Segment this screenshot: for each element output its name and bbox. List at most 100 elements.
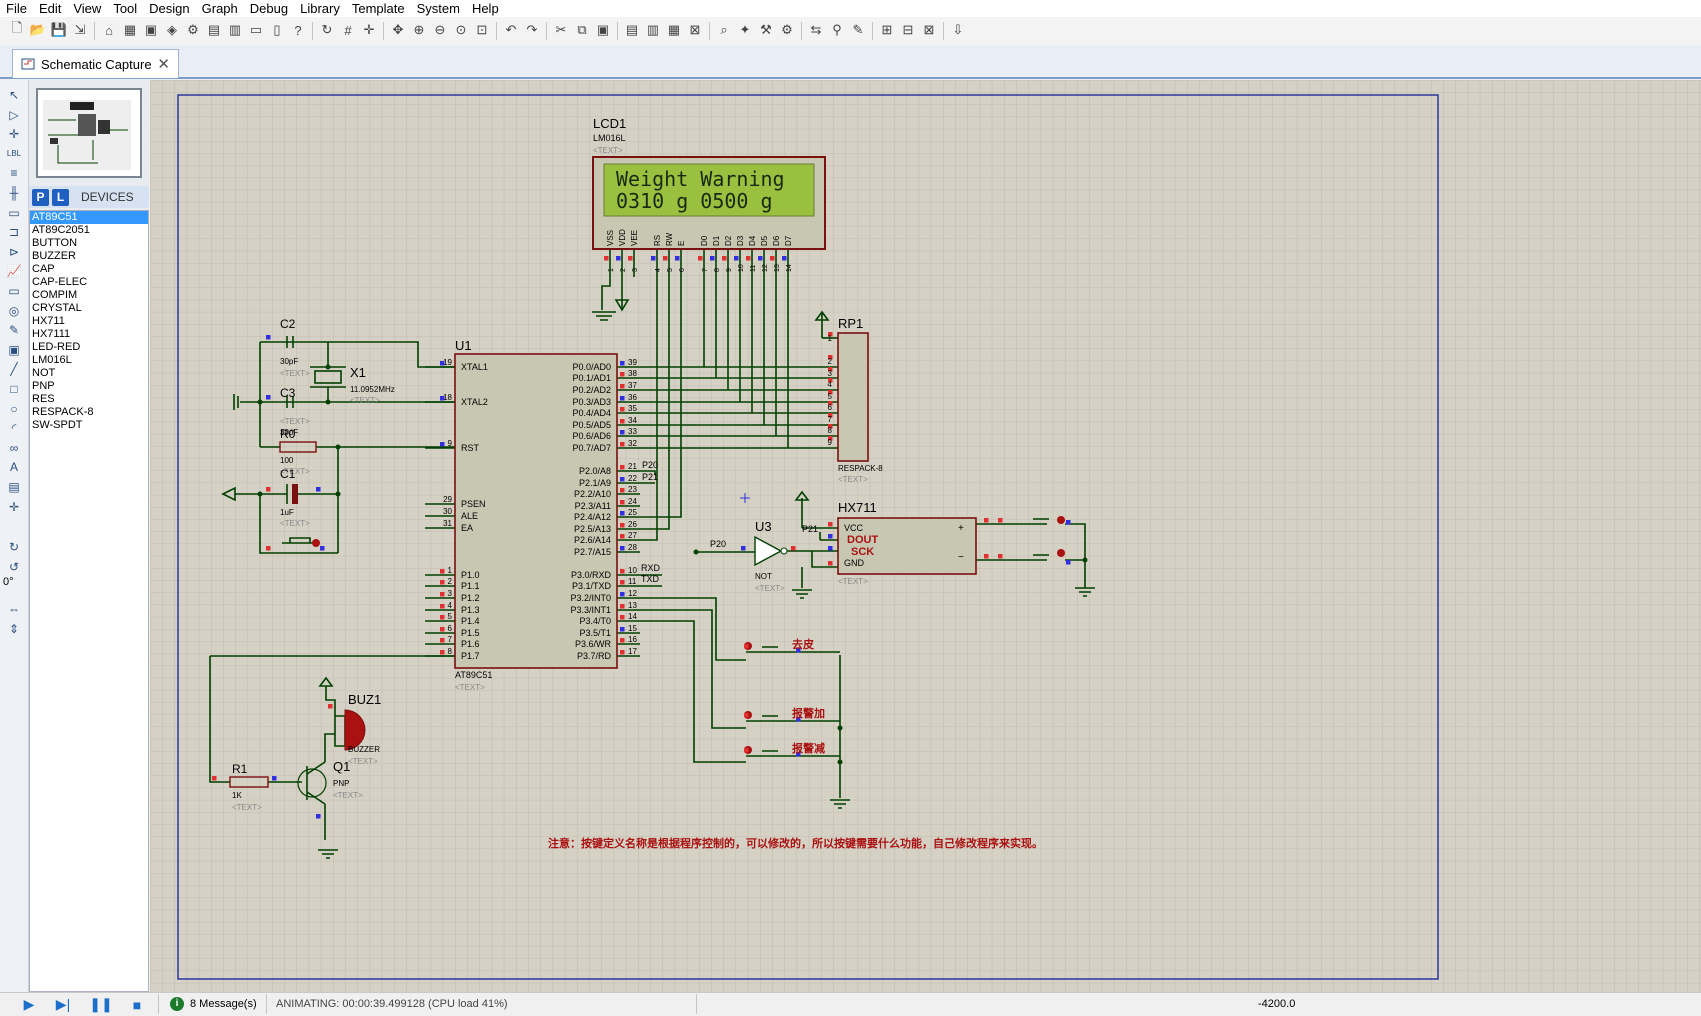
subcircuit-icon[interactable]: ▭ xyxy=(3,204,25,222)
device-item[interactable]: RES xyxy=(30,393,148,406)
wire-label-icon[interactable]: LBL xyxy=(3,145,25,163)
mirror-y-icon[interactable]: ⇕ xyxy=(3,620,25,638)
info-icon[interactable]: i xyxy=(170,997,184,1011)
undo-icon[interactable]: ↶ xyxy=(502,21,520,39)
pick-devices-button[interactable]: P xyxy=(32,188,49,206)
3d-icon[interactable]: ◈ xyxy=(163,21,181,39)
open-file-icon[interactable]: 📂 xyxy=(29,21,47,39)
terminal-icon[interactable]: ⊐ xyxy=(3,223,25,241)
decompose-icon[interactable]: ⚙ xyxy=(778,21,796,39)
device-item[interactable]: HX711 xyxy=(30,315,148,328)
play-icon[interactable]: ▶ xyxy=(20,996,38,1013)
zoom-all-icon[interactable]: ⊙ xyxy=(452,21,470,39)
overview-window[interactable] xyxy=(36,88,142,178)
menu-file[interactable]: File xyxy=(0,0,33,17)
wire-autorouter-icon[interactable]: ⇆ xyxy=(807,21,825,39)
device-item[interactable]: RESPACK-8 xyxy=(30,406,148,419)
device-item[interactable]: PNP xyxy=(30,380,148,393)
block-rotate-icon[interactable]: ▦ xyxy=(665,21,683,39)
pick-device-icon[interactable]: ⌕ xyxy=(715,21,733,39)
menu-view[interactable]: View xyxy=(67,0,107,17)
gerber-icon[interactable]: ⚙ xyxy=(184,21,202,39)
cut-icon[interactable]: ✂ xyxy=(552,21,570,39)
menu-help[interactable]: Help xyxy=(466,0,505,17)
bus-icon[interactable]: ╫ xyxy=(3,184,25,202)
device-item[interactable]: HX7111 xyxy=(30,328,148,341)
packaging-icon[interactable]: ⚒ xyxy=(757,21,775,39)
bom-icon[interactable]: ▥ xyxy=(226,21,244,39)
arc-icon[interactable]: ◜ xyxy=(3,419,25,437)
search-icon[interactable]: ⚲ xyxy=(828,21,846,39)
tab-schematic-capture[interactable]: Schematic Capture ✕ xyxy=(12,49,179,78)
menu-edit[interactable]: Edit xyxy=(33,0,67,17)
instrument-icon[interactable]: ▣ xyxy=(3,341,25,359)
grid-icon[interactable]: # xyxy=(339,21,357,39)
symbol-icon[interactable]: ▤ xyxy=(3,478,25,496)
block-delete-icon[interactable]: ⊠ xyxy=(686,21,704,39)
paste-icon[interactable]: ▣ xyxy=(594,21,612,39)
redo-icon[interactable]: ↷ xyxy=(523,21,541,39)
zoom-out-icon[interactable]: ⊖ xyxy=(431,21,449,39)
help-icon[interactable]: ? xyxy=(289,21,307,39)
device-item[interactable]: BUTTON xyxy=(30,237,148,250)
device-item[interactable]: COMPIM xyxy=(30,289,148,302)
menu-template[interactable]: Template xyxy=(346,0,411,17)
new-sheet-icon[interactable]: ⊞ xyxy=(878,21,896,39)
make-device-icon[interactable]: ✦ xyxy=(736,21,754,39)
save-icon[interactable]: 💾 xyxy=(50,21,68,39)
origin-icon[interactable]: ✛ xyxy=(360,21,378,39)
menu-debug[interactable]: Debug xyxy=(244,0,294,17)
graph-icon[interactable]: 📈 xyxy=(3,262,25,280)
text-icon[interactable]: A xyxy=(3,458,25,476)
messages-count[interactable]: 8 Message(s) xyxy=(190,998,257,1010)
pcb-icon[interactable]: ▣ xyxy=(142,21,160,39)
step-icon[interactable]: ▶| xyxy=(54,996,72,1013)
rotate-ccw-icon[interactable]: ↺ xyxy=(3,558,25,576)
circle-icon[interactable]: ○ xyxy=(3,400,25,418)
device-item[interactable]: CRYSTAL xyxy=(30,302,148,315)
block-move-icon[interactable]: ▥ xyxy=(644,21,662,39)
menu-system[interactable]: System xyxy=(411,0,466,17)
schematic-icon[interactable]: ▦ xyxy=(121,21,139,39)
pin-icon[interactable]: ⊳ xyxy=(3,243,25,261)
device-item[interactable]: CAP-ELEC xyxy=(30,276,148,289)
device-item[interactable]: BUZZER xyxy=(30,250,148,263)
stop-icon[interactable]: ■ xyxy=(128,996,146,1013)
design-explorer-icon[interactable]: ▤ xyxy=(205,21,223,39)
schematic-canvas[interactable]: Weight Warning 0310 g 0500 g LCD1 LM016L <TE… xyxy=(150,80,1701,992)
document-icon[interactable]: ▯ xyxy=(268,21,286,39)
zoom-area-icon[interactable]: ⊡ xyxy=(473,21,491,39)
line-icon[interactable]: ╱ xyxy=(3,360,25,378)
generator-icon[interactable]: ◎ xyxy=(3,302,25,320)
marker-icon[interactable]: ✛ xyxy=(3,498,25,516)
block-copy-icon[interactable]: ▤ xyxy=(623,21,641,39)
device-item[interactable]: SW-SPDT xyxy=(30,419,148,432)
path-icon[interactable]: ∞ xyxy=(3,439,25,457)
goto-sheet-icon[interactable]: ⊠ xyxy=(920,21,938,39)
device-item[interactable]: AT89C2051 xyxy=(30,224,148,237)
property-tool-icon[interactable]: ✎ xyxy=(849,21,867,39)
home-icon[interactable]: ⌂ xyxy=(100,21,118,39)
menu-tool[interactable]: Tool xyxy=(107,0,143,17)
export-icon[interactable]: ⇩ xyxy=(949,21,967,39)
device-item[interactable]: AT89C51 xyxy=(30,211,148,224)
notes-icon[interactable]: ▭ xyxy=(247,21,265,39)
tape-icon[interactable]: ▭ xyxy=(3,282,25,300)
device-item[interactable]: LED-RED xyxy=(30,341,148,354)
rotate-cw-icon[interactable]: ↻ xyxy=(3,538,25,556)
copy-icon[interactable]: ⧉ xyxy=(573,21,591,39)
remove-sheet-icon[interactable]: ⊟ xyxy=(899,21,917,39)
new-file-icon[interactable]: 🗋 xyxy=(8,20,26,39)
close-icon[interactable]: ✕ xyxy=(157,55,170,73)
import-icon[interactable]: ⇲ xyxy=(71,21,89,39)
menu-graph[interactable]: Graph xyxy=(196,0,244,17)
pan-icon[interactable]: ✥ xyxy=(389,21,407,39)
menu-design[interactable]: Design xyxy=(143,0,195,17)
component-icon[interactable]: ▷ xyxy=(3,106,25,124)
box-icon[interactable]: □ xyxy=(3,380,25,398)
rotation-value[interactable]: 0° xyxy=(3,576,14,588)
refresh-icon[interactable]: ↻ xyxy=(318,21,336,39)
device-item[interactable]: CAP xyxy=(30,263,148,276)
text-script-icon[interactable]: ≡ xyxy=(3,164,25,182)
device-item[interactable]: NOT xyxy=(30,367,148,380)
